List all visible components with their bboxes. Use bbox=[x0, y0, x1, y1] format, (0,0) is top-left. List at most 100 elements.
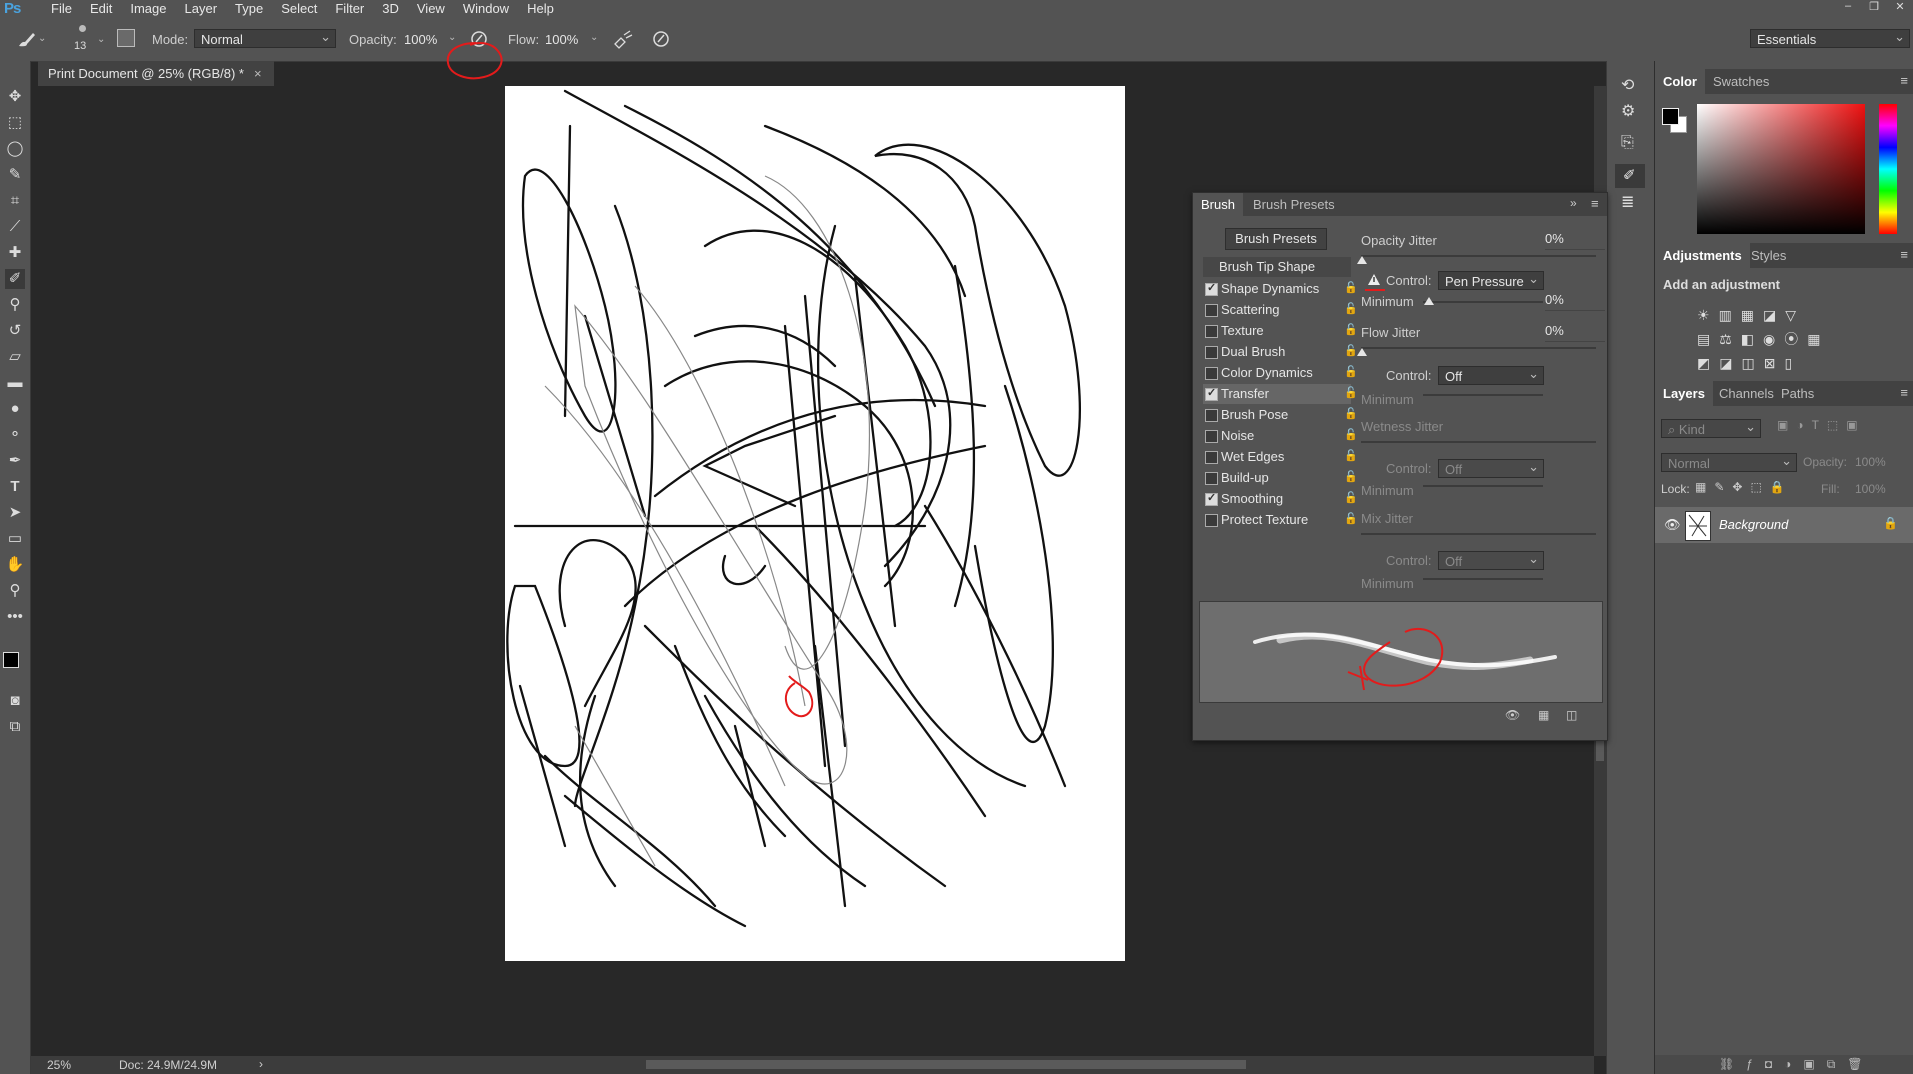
menu-help[interactable]: Help bbox=[518, 1, 563, 16]
tab-paths[interactable]: Paths bbox=[1773, 381, 1822, 406]
lock-icon[interactable]: 🔓 bbox=[1344, 365, 1358, 378]
tab-color[interactable]: Color bbox=[1655, 69, 1705, 94]
lock-icon[interactable]: 🔓 bbox=[1344, 386, 1358, 399]
invert-icon[interactable]: ◩ bbox=[1697, 355, 1719, 371]
checkbox-checked[interactable] bbox=[1205, 281, 1218, 296]
lock-icons[interactable]: ▦✎✥⬚🔒 bbox=[1695, 480, 1793, 494]
brush-option-build-up[interactable]: Build-up 🔓 bbox=[1203, 468, 1358, 488]
eraser-tool-icon[interactable]: ▱ bbox=[5, 347, 25, 367]
brush-option-shape-dynamics[interactable]: Shape Dynamics🔓 bbox=[1203, 279, 1358, 299]
lock-icon[interactable]: 🔓 bbox=[1344, 281, 1358, 294]
channel-mixer-icon[interactable]: ⦿ bbox=[1784, 331, 1807, 347]
opacity-jitter-slider[interactable] bbox=[1361, 255, 1596, 257]
checkbox[interactable] bbox=[1205, 325, 1218, 338]
menu-image[interactable]: Image bbox=[121, 1, 175, 16]
checkbox[interactable] bbox=[1205, 346, 1218, 359]
dodge-tool-icon[interactable]: ⚬ bbox=[5, 425, 25, 445]
brush-grid-icon[interactable]: ▦ bbox=[1538, 708, 1549, 722]
hue-slider[interactable] bbox=[1879, 104, 1897, 234]
zoom-tool-icon[interactable]: ⚲ bbox=[5, 581, 25, 601]
lock-icon[interactable]: 🔓 bbox=[1344, 449, 1358, 462]
opacity-jitter-value[interactable]: 0% bbox=[1545, 231, 1605, 250]
quick-select-tool-icon[interactable]: ✎ bbox=[5, 165, 25, 185]
layer-footer-icons[interactable]: ⛓ƒ◘◑▣⧉🗑 bbox=[1719, 1057, 1875, 1072]
brush-option-brush-pose[interactable]: Brush Pose 🔓 bbox=[1203, 405, 1358, 425]
brightness-contrast-icon[interactable]: ☀ bbox=[1697, 307, 1719, 323]
history-panel-icon[interactable]: ⟲ bbox=[1621, 75, 1634, 95]
gradient-tool-icon[interactable]: ▬ bbox=[5, 373, 25, 393]
brush-option-color-dynamics[interactable]: Color Dynamics 🔓 bbox=[1203, 363, 1358, 383]
checkbox-checked[interactable] bbox=[1205, 491, 1218, 506]
menu-select[interactable]: Select bbox=[272, 1, 326, 16]
collapse-panel-icon[interactable]: » bbox=[1570, 196, 1577, 210]
lock-icon[interactable]: 🔓 bbox=[1344, 407, 1358, 420]
brush-settings-panel-icon[interactable]: ≣ bbox=[1621, 192, 1634, 212]
brush-tool-icon[interactable] bbox=[16, 29, 38, 49]
brush-option-protect-texture[interactable]: Protect Texture 🔓 bbox=[1203, 510, 1358, 530]
flow-jitter-slider-thumb[interactable] bbox=[1357, 348, 1367, 356]
color-lookup-icon[interactable]: ▦ bbox=[1807, 331, 1829, 347]
brush-size-picker[interactable]: 13 bbox=[70, 22, 96, 56]
checkbox[interactable] bbox=[1205, 409, 1218, 422]
selective-color-icon[interactable]: ⊠ bbox=[1764, 355, 1785, 371]
brush-option-wet-edges[interactable]: Wet Edges 🔓 bbox=[1203, 447, 1358, 467]
close-document-icon[interactable]: × bbox=[254, 66, 262, 81]
brush-picker-chevron-icon[interactable]: ⌄ bbox=[97, 34, 105, 45]
checkbox-checked[interactable] bbox=[1205, 386, 1218, 401]
lock-icon[interactable]: 🔓 bbox=[1344, 512, 1358, 525]
color-foreground-swatch[interactable] bbox=[1662, 108, 1679, 125]
brush-option-texture[interactable]: Texture 🔓 bbox=[1203, 321, 1358, 341]
eyedropper-tool-icon[interactable]: ⟋ bbox=[5, 217, 25, 237]
opacity-value[interactable]: 100% bbox=[404, 32, 437, 47]
menu-type[interactable]: Type bbox=[226, 1, 272, 16]
exposure-icon[interactable]: ◪ bbox=[1763, 307, 1785, 323]
brush-option-dual-brush[interactable]: Dual Brush 🔓 bbox=[1203, 342, 1358, 362]
quick-mask-icon[interactable]: ◙ bbox=[5, 691, 25, 711]
menu-layer[interactable]: Layer bbox=[176, 1, 227, 16]
more-tools-icon[interactable]: ••• bbox=[5, 607, 25, 627]
history-brush-tool-icon[interactable]: ↺ bbox=[5, 321, 25, 341]
crop-tool-icon[interactable]: ⌗ bbox=[5, 191, 25, 211]
layer-filter-select[interactable]: ⌕ Kind bbox=[1661, 417, 1761, 438]
checkbox[interactable] bbox=[1205, 430, 1218, 443]
menu-view[interactable]: View bbox=[408, 1, 454, 16]
flow-jitter-value[interactable]: 0% bbox=[1545, 323, 1605, 342]
layers-panel-menu-icon[interactable]: ≡ bbox=[1900, 385, 1908, 400]
tool-preset-chevron-icon[interactable]: ⌄ bbox=[38, 33, 46, 44]
new-brush-icon[interactable]: ◫ bbox=[1566, 708, 1577, 722]
document-tab[interactable]: Print Document @ 25% (RGB/8) * × bbox=[38, 61, 274, 86]
opacity-jitter-slider-thumb[interactable] bbox=[1357, 256, 1367, 264]
checkbox[interactable] bbox=[1205, 472, 1218, 485]
pressure-size-icon[interactable] bbox=[652, 30, 670, 48]
lock-icon[interactable]: 🔓 bbox=[1344, 302, 1358, 315]
layer-filter-icons[interactable]: ▣◑T⬚▣ bbox=[1777, 418, 1866, 432]
flow-jitter-slider[interactable] bbox=[1361, 347, 1596, 349]
document-canvas[interactable] bbox=[505, 86, 1125, 961]
hand-tool-icon[interactable]: ✋ bbox=[5, 555, 25, 575]
airbrush-icon[interactable] bbox=[612, 29, 634, 49]
toggle-live-tip-preview-icon[interactable]: 👁 bbox=[1505, 708, 1520, 722]
layer-opacity-value[interactable]: 100% bbox=[1855, 455, 1886, 469]
restore-button[interactable]: ❐ bbox=[1861, 0, 1887, 13]
levels-icon[interactable]: ▥ bbox=[1719, 307, 1741, 323]
posterize-icon[interactable]: ◪ bbox=[1719, 355, 1741, 371]
healing-brush-tool-icon[interactable]: ✚ bbox=[5, 243, 25, 263]
blur-tool-icon[interactable]: ● bbox=[5, 399, 25, 419]
photo-filter-icon[interactable]: ◉ bbox=[1763, 331, 1784, 347]
brush-option-smoothing[interactable]: Smoothing🔓 bbox=[1203, 489, 1358, 509]
tab-styles[interactable]: Styles bbox=[1743, 243, 1794, 268]
checkbox[interactable] bbox=[1205, 514, 1218, 527]
move-tool-icon[interactable]: ✥ bbox=[5, 87, 25, 107]
pen-tool-icon[interactable]: ✒ bbox=[5, 451, 25, 471]
menu-edit[interactable]: Edit bbox=[81, 1, 121, 16]
curves-icon[interactable]: ▦ bbox=[1741, 307, 1763, 323]
threshold-icon[interactable]: ◫ bbox=[1741, 355, 1763, 371]
minimum-slider-1-thumb[interactable] bbox=[1424, 297, 1434, 305]
tab-swatches[interactable]: Swatches bbox=[1705, 69, 1777, 94]
lock-icon[interactable]: 🔓 bbox=[1344, 344, 1358, 357]
checkbox[interactable] bbox=[1205, 304, 1218, 317]
brush-panel-toggle-icon[interactable] bbox=[117, 29, 135, 47]
screen-mode-icon[interactable]: ⧉ bbox=[5, 717, 25, 737]
path-select-tool-icon[interactable]: ➤ bbox=[5, 503, 25, 523]
lock-icon[interactable]: 🔓 bbox=[1344, 470, 1358, 483]
